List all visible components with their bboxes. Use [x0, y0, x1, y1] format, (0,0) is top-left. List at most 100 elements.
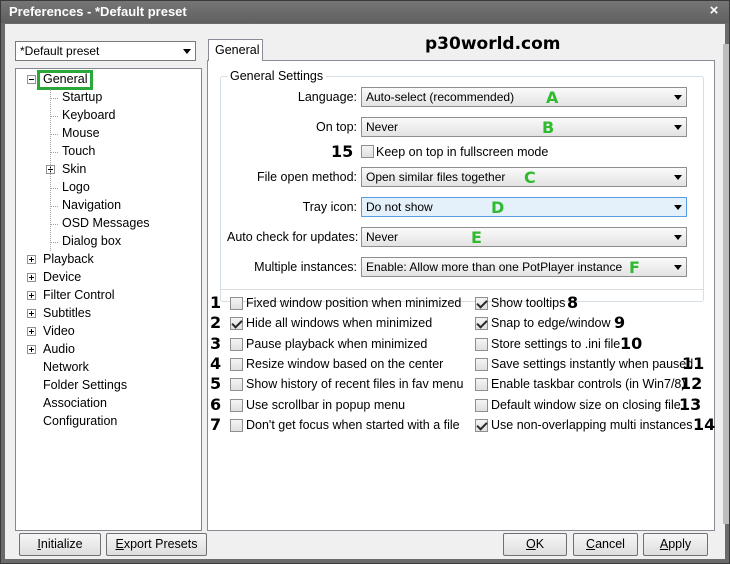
- tree-item-folder-settings[interactable]: Folder Settings: [41, 377, 129, 395]
- on-top-dropdown[interactable]: Never: [361, 117, 687, 137]
- multiple-instances-value: Enable: Allow more than one PotPlayer in…: [366, 260, 623, 274]
- tray-icon-dropdown[interactable]: Do not show: [361, 197, 687, 217]
- tree-item-video[interactable]: Video: [41, 323, 77, 341]
- auto-check-label: Auto check for updates:: [227, 230, 359, 244]
- tree-connector: [50, 242, 58, 243]
- option-number-marker: 5: [210, 374, 222, 393]
- tree-item-general[interactable]: General: [37, 70, 94, 90]
- tree-item-filter-control[interactable]: Filter Control: [41, 287, 117, 305]
- expand-icon[interactable]: [27, 327, 36, 336]
- language-value: Auto-select (recommended): [366, 90, 515, 104]
- option-checkbox[interactable]: [230, 419, 243, 432]
- option-label: Don't get focus when started with a file: [246, 418, 460, 432]
- tree-item-association[interactable]: Association: [41, 395, 109, 413]
- chevron-down-icon: [674, 205, 682, 210]
- expand-icon[interactable]: [27, 345, 36, 354]
- marker-d: D: [491, 198, 505, 217]
- file-open-value: Open similar files together: [366, 170, 506, 184]
- option-label: Store settings to .ini file: [491, 337, 621, 351]
- option-checkbox[interactable]: [475, 317, 488, 330]
- option-number-marker: 1: [210, 293, 222, 312]
- dialog-client: *Default preset General Startup Keyboard Mo…: [5, 24, 729, 559]
- collapse-icon[interactable]: [27, 75, 36, 84]
- tree-connector: [50, 188, 58, 189]
- option-label: Resize window based on the center: [246, 357, 444, 371]
- chevron-down-icon: [183, 49, 191, 54]
- option-checkbox[interactable]: [475, 378, 488, 391]
- option-checkbox[interactable]: [475, 419, 488, 432]
- option-checkbox[interactable]: [475, 297, 488, 310]
- watermark-text: p30world.com: [425, 34, 561, 54]
- option-checkbox[interactable]: [230, 317, 243, 330]
- tree-item-playback[interactable]: Playback: [41, 251, 96, 269]
- tree-item-network[interactable]: Network: [41, 359, 91, 377]
- auto-check-dropdown[interactable]: Never: [361, 227, 687, 247]
- preset-dropdown[interactable]: *Default preset: [15, 41, 196, 61]
- initialize-button[interactable]: Initialize: [19, 533, 101, 556]
- export-presets-button[interactable]: Export Presets: [106, 533, 207, 556]
- marker-15: 15: [331, 142, 354, 161]
- tree-connector: [50, 206, 58, 207]
- tree-item-startup[interactable]: Startup: [60, 89, 104, 107]
- language-label: Language:: [297, 90, 357, 104]
- option-label: Pause playback when minimized: [246, 337, 428, 351]
- tree-item-keyboard[interactable]: Keyboard: [60, 107, 118, 125]
- language-dropdown[interactable]: Auto-select (recommended): [361, 87, 687, 107]
- window-title: Preferences - *Default preset: [9, 4, 187, 19]
- option-label: Show tooltips: [491, 296, 566, 310]
- tree-item-mouse[interactable]: Mouse: [60, 125, 102, 143]
- option-checkbox[interactable]: [230, 297, 243, 310]
- expand-icon[interactable]: [27, 309, 36, 318]
- tree-item-osd-messages[interactable]: OSD Messages: [60, 215, 152, 233]
- marker-e: E: [471, 228, 482, 247]
- tree-item-dialog-box[interactable]: Dialog box: [60, 233, 123, 251]
- tree-connector: [50, 152, 58, 153]
- tree-connector: [50, 134, 58, 135]
- file-open-label: File open method:: [256, 170, 357, 184]
- tree-connector: [50, 89, 51, 251]
- tab-general[interactable]: General: [208, 39, 263, 61]
- tree-item-subtitles[interactable]: Subtitles: [41, 305, 93, 323]
- option-checkbox[interactable]: [230, 338, 243, 351]
- tray-icon-value: Do not show: [366, 200, 433, 214]
- expand-icon[interactable]: [27, 273, 36, 282]
- chevron-down-icon: [674, 175, 682, 180]
- option-checkbox[interactable]: [475, 358, 488, 371]
- option-number-marker: 4: [210, 354, 222, 373]
- tree-item-audio[interactable]: Audio: [41, 341, 77, 359]
- tree-connector: [50, 224, 58, 225]
- title-bar[interactable]: Preferences - *Default preset ×: [1, 1, 729, 23]
- option-label: Enable taskbar controls (in Win7/8): [491, 377, 686, 391]
- side-edge: [723, 44, 729, 524]
- option-number-marker: 10: [620, 334, 643, 353]
- option-label: Save settings instantly when paused: [491, 357, 694, 371]
- tree-item-touch[interactable]: Touch: [60, 143, 97, 161]
- tree-connector: [50, 116, 58, 117]
- option-label: Snap to edge/window: [491, 316, 611, 330]
- keep-on-top-label: Keep on top in fullscreen mode: [376, 145, 549, 159]
- tree-item-skin[interactable]: Skin: [60, 161, 88, 179]
- expand-icon[interactable]: [27, 291, 36, 300]
- option-label: Default window size on closing file: [491, 398, 681, 412]
- tree-item-device[interactable]: Device: [41, 269, 83, 287]
- option-checkbox[interactable]: [475, 399, 488, 412]
- category-tree[interactable]: General Startup Keyboard Mouse Touch Skin Logo…: [15, 68, 202, 531]
- marker-b: B: [542, 118, 555, 137]
- option-checkbox[interactable]: [475, 338, 488, 351]
- option-checkbox[interactable]: [230, 358, 243, 371]
- tree-item-logo[interactable]: Logo: [60, 179, 92, 197]
- close-icon[interactable]: ×: [705, 2, 723, 20]
- option-number-marker: 13: [679, 395, 702, 414]
- option-checkbox[interactable]: [230, 399, 243, 412]
- tree-item-configuration[interactable]: Configuration: [41, 413, 119, 431]
- expand-icon[interactable]: [27, 255, 36, 264]
- option-number-marker: 11: [682, 354, 705, 373]
- option-checkbox[interactable]: [230, 378, 243, 391]
- ok-button[interactable]: OK: [503, 533, 567, 556]
- apply-button[interactable]: Apply: [643, 533, 708, 556]
- keep-on-top-checkbox[interactable]: [361, 145, 374, 158]
- option-number-marker: 8: [567, 293, 579, 312]
- cancel-button[interactable]: Cancel: [573, 533, 638, 556]
- tree-item-navigation[interactable]: Navigation: [60, 197, 123, 215]
- tab-label: General: [215, 43, 260, 57]
